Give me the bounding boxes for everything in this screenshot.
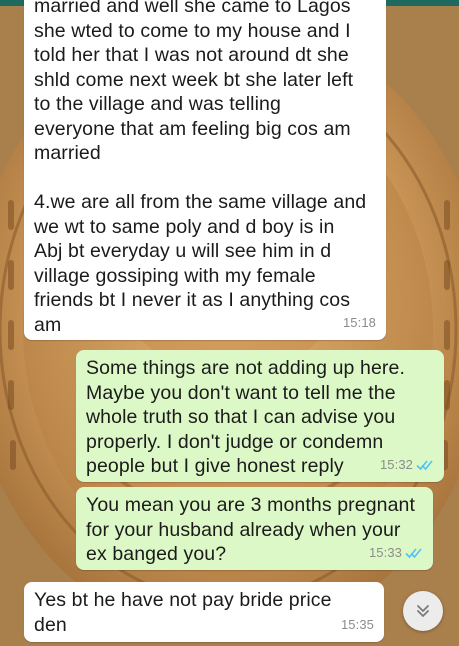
- message-meta: 15:18: [343, 311, 376, 336]
- message-text: married and well she came to Lagos she w…: [34, 0, 367, 336]
- message-meta: 15:35: [341, 613, 374, 638]
- scroll-to-bottom-button[interactable]: [403, 591, 443, 631]
- double-check-icon: [416, 460, 433, 470]
- message-outgoing[interactable]: Some things are not adding up here. Mayb…: [76, 350, 444, 482]
- message-time: 15:33: [368, 544, 402, 560]
- message-incoming[interactable]: married and well she came to Lagos she w…: [24, 0, 386, 340]
- message-time: 15:35: [340, 616, 374, 632]
- message-meta: 15:32: [380, 453, 434, 478]
- message-time: 15:32: [379, 456, 413, 472]
- double-check-icon: [405, 548, 422, 558]
- message-time: 15:18: [342, 314, 376, 330]
- double-chevron-down-icon: [417, 605, 429, 617]
- message-outgoing[interactable]: You mean you are 3 months pregnant for y…: [76, 487, 433, 570]
- message-incoming[interactable]: Yes bt he have not pay bride price den 1…: [24, 582, 384, 642]
- message-meta: 15:33: [369, 541, 423, 566]
- message-text: Yes bt he have not pay bride price den: [34, 589, 332, 636]
